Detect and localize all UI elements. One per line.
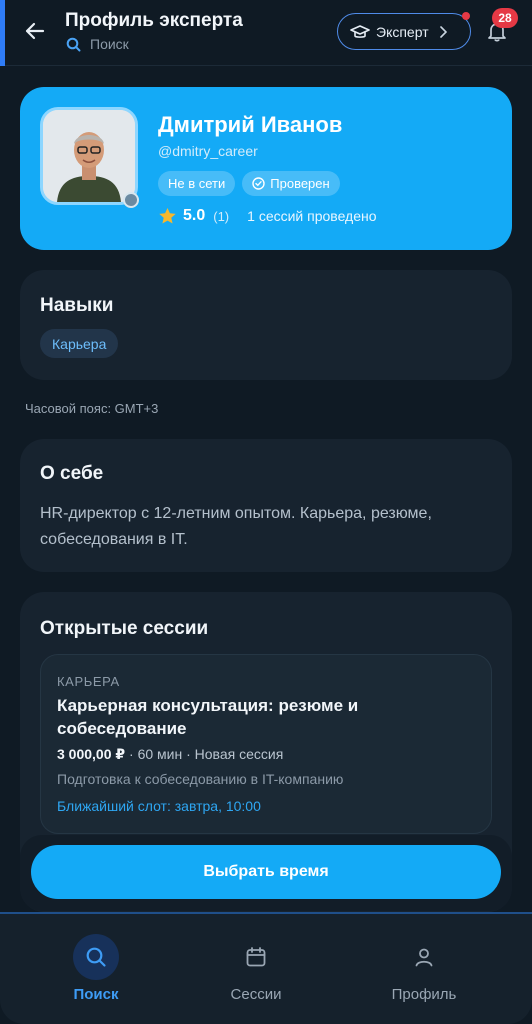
page-title: Профиль эксперта: [65, 10, 243, 31]
sessions-title: Открытые сессии: [40, 618, 209, 639]
session-price: 3 000,00 ₽: [57, 746, 126, 762]
status-label: Не в сети: [168, 176, 226, 191]
sessions-count: 1 сессий проведено: [247, 208, 377, 224]
session-next-slot[interactable]: Ближайший слот: завтра, 10:00: [57, 798, 261, 814]
timezone-text: Часовой пояс: GMT+3: [25, 401, 159, 416]
nav-label-profile: Профиль: [391, 986, 457, 1003]
expert-name: Дмитрий Иванов: [158, 112, 343, 137]
user-icon: [415, 948, 433, 967]
graduation-cap-icon: [350, 24, 370, 38]
accent-edge: [0, 0, 5, 66]
arrow-left-icon: [25, 22, 45, 40]
verified-label: Проверен: [270, 176, 330, 191]
top-bar: Профиль эксперта Поиск Эксперт 28: [0, 0, 532, 66]
chevron-right-icon: [439, 25, 447, 38]
choose-time-button[interactable]: Выбрать время: [31, 845, 501, 899]
session-description: Подготовка к собеседованию в IT-компанию: [57, 771, 344, 787]
expert-mode-button[interactable]: Эксперт: [337, 13, 471, 50]
nav-label-search: Поиск: [73, 986, 119, 1003]
cta-container: Выбрать время: [20, 835, 512, 911]
nav-label-sessions: Сессии: [230, 986, 282, 1003]
bottom-nav: Поиск Сессии Профиль: [0, 914, 532, 1024]
status-badge: Не в сети: [158, 171, 236, 196]
calendar-icon: [246, 947, 266, 967]
status-chips: Не в сети Проверен: [158, 171, 340, 196]
session-item[interactable]: КАРЬЕРА Карьерная консультация: резюме и…: [40, 654, 492, 834]
expert-handle: @dmitry_career: [158, 143, 258, 159]
session-category: КАРЬЕРА: [57, 674, 120, 689]
skills-title: Навыки: [40, 295, 114, 316]
expert-button-label: Эксперт: [376, 23, 429, 40]
nav-icon-wrap: [401, 934, 447, 980]
notification-badge: 28: [492, 8, 518, 28]
expert-alert-dot: [462, 12, 470, 20]
nav-item-sessions[interactable]: Сессии: [201, 934, 311, 1003]
nav-item-search[interactable]: Поиск: [41, 934, 151, 1003]
app-screen: Профиль эксперта Поиск Эксперт 28 Дмитри…: [0, 0, 532, 1024]
rating-value: 5.0: [183, 207, 206, 224]
nav-icon-wrap: [233, 934, 279, 980]
avatar: [40, 107, 138, 205]
online-status-dot: [123, 192, 139, 208]
nav-icon-wrap: [73, 934, 119, 980]
star-icon: [159, 208, 176, 224]
session-title: Карьерная консультация: резюме и собесед…: [57, 696, 359, 738]
verified-badge: Проверен: [242, 171, 340, 196]
search-icon: [66, 37, 81, 51]
back-button[interactable]: [22, 18, 48, 44]
about-card: О себе HR-директор с 12-летним опытом. К…: [20, 439, 512, 572]
session-meta: 3 000,00 ₽ · 60 мин · Новая сессия: [57, 746, 283, 763]
check-circle-icon: [252, 177, 265, 190]
session-details: · 60 мин · Новая сессия: [125, 746, 284, 762]
rating-count: (1): [213, 208, 230, 224]
rating-row: 5.0 (1) 1 сессий проведено: [158, 207, 377, 225]
avatar-photo: [43, 110, 135, 202]
search-label: Поиск: [90, 36, 129, 52]
profile-card: Дмитрий Иванов @dmitry_career Не в сети …: [20, 87, 512, 250]
skills-card: Навыки Карьера: [20, 270, 512, 380]
search-icon: [86, 947, 106, 967]
about-text: HR-директор с 12-летним опытом. Карьера,…: [40, 505, 432, 548]
skill-chip[interactable]: Карьера: [40, 329, 119, 358]
nav-item-profile[interactable]: Профиль: [369, 934, 479, 1003]
about-title: О себе: [40, 463, 104, 484]
search-link[interactable]: Поиск: [66, 36, 129, 52]
